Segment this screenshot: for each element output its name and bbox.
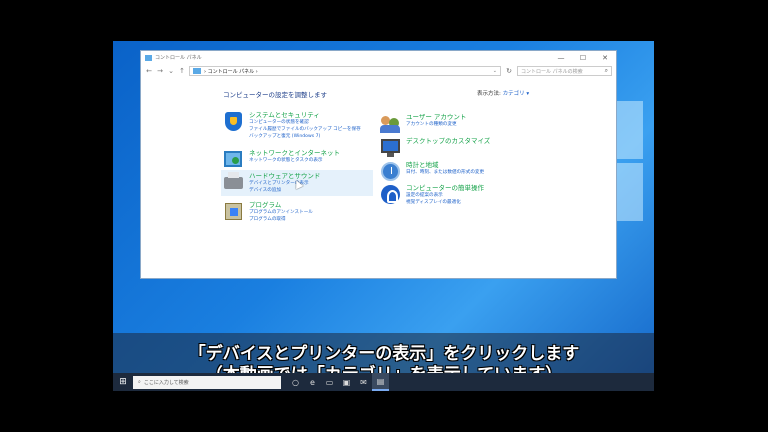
control-panel-window: コントロール パネル — ☐ ✕ ← → ⌄ ↑ › コントロール パネル › … — [140, 50, 617, 279]
accessibility-icon[interactable] — [380, 184, 401, 205]
shield-icon[interactable] — [223, 111, 244, 132]
clock-icon[interactable] — [380, 161, 401, 182]
category-title[interactable]: コンピューターの簡単操作 — [406, 184, 484, 192]
taskbar: ⊞ ⌕ ここに入力して検索 ○ e ▭ ▣ ✉ ▤ — [113, 373, 654, 391]
back-arrow-icon[interactable]: ← — [145, 67, 153, 75]
control-panel-icon — [193, 68, 201, 74]
edge-icon[interactable]: e — [304, 373, 321, 391]
minimize-button[interactable]: — — [550, 54, 572, 62]
category-link[interactable]: 日付、時刻、または数値の形式の変更 — [406, 170, 484, 176]
category-link[interactable]: アカウントの種類の変更 — [406, 122, 466, 128]
monitor-icon[interactable] — [380, 137, 401, 158]
users-icon[interactable] — [380, 113, 401, 134]
category-appearance: デスクトップのカスタマイズ — [380, 137, 490, 158]
breadcrumb[interactable]: › コントロール パネル › — [204, 68, 258, 75]
search-icon: ⌕ — [138, 379, 141, 385]
category-system-security: システムとセキュリティ コンピューターの状態を確認 ファイル履歴でファイルのバッ… — [223, 111, 361, 140]
printer-icon[interactable] — [223, 172, 244, 193]
task-view-icon[interactable]: ○ — [287, 373, 304, 391]
content-area: コンピューターの設定を調整します 表示方法: カテゴリ ▾ システムとセキュリテ… — [141, 81, 616, 280]
title-bar: コントロール パネル — ☐ ✕ — [141, 51, 616, 64]
category-link[interactable]: バックアップと復元 (Windows 7) — [249, 134, 361, 140]
refresh-icon[interactable]: ↻ — [504, 67, 514, 75]
forward-arrow-icon[interactable]: → — [156, 67, 164, 75]
chevron-down-icon[interactable]: ⌄ — [493, 68, 497, 74]
up-arrow-icon[interactable]: ↑ — [178, 67, 186, 75]
close-button[interactable]: ✕ — [594, 54, 616, 62]
control-panel-icon — [145, 54, 152, 61]
network-globe-icon[interactable] — [223, 149, 244, 170]
category-link[interactable]: 視覚ディスプレイの最適化 — [406, 200, 484, 206]
category-network-internet: ネットワークとインターネット ネットワークの状態とタスクの表示 — [223, 149, 340, 170]
view-by-label: 表示方法: — [477, 91, 501, 97]
category-clock-region: 時計と地域 日付、時刻、または数値の形式の変更 — [380, 161, 484, 182]
taskbar-search-placeholder: ここに入力して検索 — [143, 379, 189, 386]
taskbar-search[interactable]: ⌕ ここに入力して検索 — [133, 375, 281, 389]
category-link[interactable]: 設定の提案の表示 — [406, 193, 484, 199]
view-by: 表示方法: カテゴリ ▾ — [477, 89, 529, 97]
category-title[interactable]: デスクトップのカスタマイズ — [406, 137, 490, 145]
programs-icon[interactable] — [223, 201, 244, 222]
explorer-icon[interactable]: ▭ — [321, 373, 338, 391]
category-link[interactable]: コンピューターの状態を確認 — [249, 120, 361, 126]
search-input[interactable]: コントロール パネルの検索 ⌕ — [517, 66, 612, 76]
category-user-accounts: ユーザー アカウント アカウントの種類の変更 — [380, 113, 466, 134]
category-title[interactable]: ユーザー アカウント — [406, 113, 466, 121]
category-ease-of-access: コンピューターの簡単操作 設定の提案の表示 視覚ディスプレイの最適化 — [380, 184, 484, 206]
address-row: ← → ⌄ ↑ › コントロール パネル › ⌄ ↻ コントロール パネルの検索… — [141, 64, 616, 78]
control-panel-icon[interactable]: ▤ — [372, 373, 389, 391]
category-title[interactable]: システムとセキュリティ — [249, 111, 361, 119]
category-title[interactable]: ハードウェアとサウンド — [249, 172, 320, 180]
category-title[interactable]: 時計と地域 — [406, 161, 484, 169]
category-link[interactable]: デバイスの追加 — [249, 188, 320, 194]
start-button[interactable]: ⊞ — [113, 373, 133, 391]
category-link[interactable]: プログラムの取得 — [249, 217, 313, 223]
maximize-button[interactable]: ☐ — [572, 54, 594, 62]
category-link[interactable]: ファイル履歴でファイルのバックアップ コピーを保存 — [249, 127, 361, 133]
view-by-dropdown[interactable]: カテゴリ ▾ — [503, 91, 530, 97]
category-programs: プログラム プログラムのアンインストール プログラムの取得 — [223, 201, 313, 223]
store-icon[interactable]: ▣ — [338, 373, 355, 391]
address-bar[interactable]: › コントロール パネル › ⌄ — [189, 66, 501, 76]
category-link[interactable]: プログラムのアンインストール — [249, 210, 313, 216]
category-title[interactable]: ネットワークとインターネット — [249, 149, 340, 157]
page-title: コンピューターの設定を調整します — [223, 91, 327, 99]
search-icon[interactable]: ⌕ — [605, 67, 608, 75]
window-title: コントロール パネル — [155, 55, 202, 61]
recent-chevron-icon[interactable]: ⌄ — [167, 67, 175, 75]
search-placeholder: コントロール パネルの検索 — [521, 68, 583, 75]
mail-icon[interactable]: ✉ — [355, 373, 372, 391]
category-title[interactable]: プログラム — [249, 201, 313, 209]
category-link[interactable]: ネットワークの状態とタスクの表示 — [249, 158, 340, 164]
devices-printers-link[interactable]: デバイスとプリンターの表示 — [249, 181, 320, 187]
